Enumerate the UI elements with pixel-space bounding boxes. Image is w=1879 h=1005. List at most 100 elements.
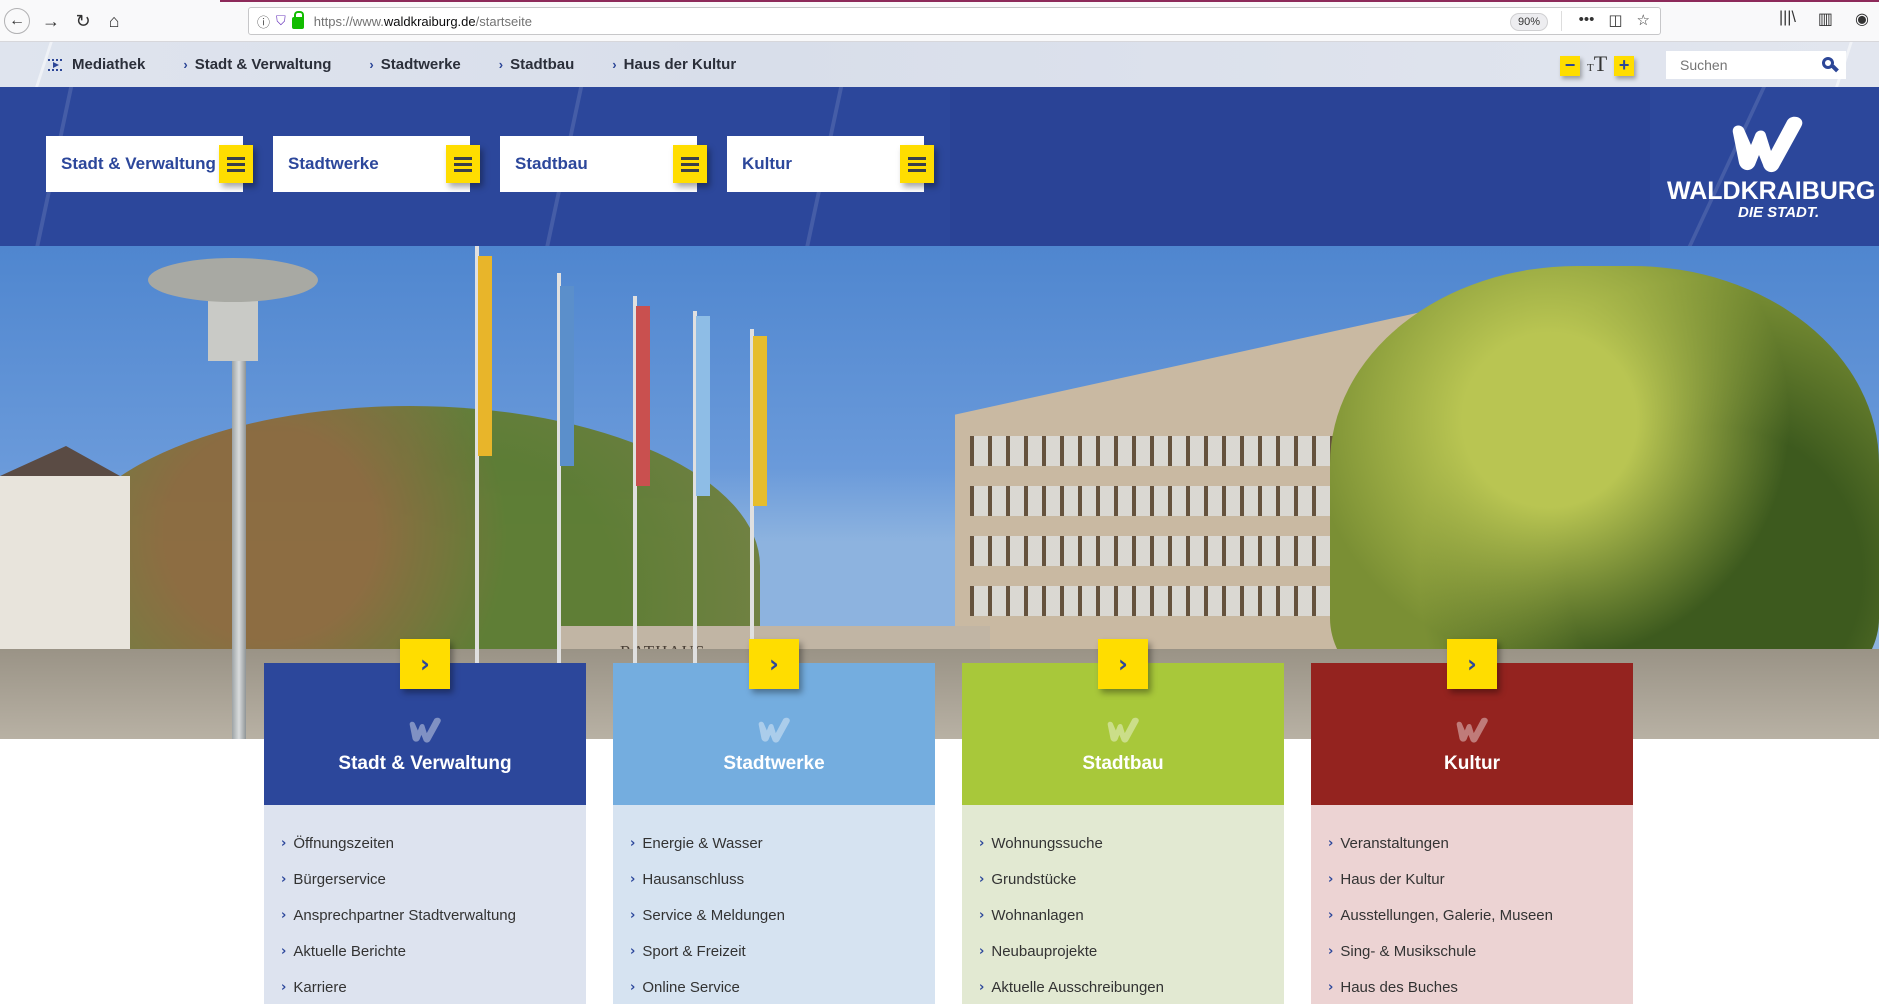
list-item[interactable]: › Wohnanlagen xyxy=(962,897,1284,933)
chevron-right-icon: › xyxy=(281,979,287,995)
list-item[interactable]: › Service & Meldungen xyxy=(613,897,935,933)
hamburger-menu-icon[interactable] xyxy=(673,145,707,183)
chevron-right-icon: › xyxy=(281,943,287,959)
list-item[interactable]: › Hausanschluss xyxy=(613,861,935,897)
nav-label: Stadt & Verwaltung xyxy=(194,56,332,73)
logo-tagline: DIE STADT. xyxy=(1738,204,1820,221)
header-menu-label: Stadtwerke xyxy=(288,154,379,173)
chevron-right-icon: › xyxy=(1328,871,1334,887)
header-menu-stadtwerke[interactable]: Stadtwerke xyxy=(273,136,480,192)
list-item[interactable]: › Neubauprojekte xyxy=(962,933,1284,969)
list-item[interactable]: › Energie & Wasser xyxy=(613,825,935,861)
list-item[interactable]: › Ausstellungen, Galerie, Museen xyxy=(1311,897,1633,933)
header-menu-stadtbau[interactable]: Stadtbau xyxy=(500,136,707,192)
list-item-label: Bürgerservice xyxy=(293,870,386,888)
nav-stadtbau[interactable]: › Stadtbau xyxy=(499,56,575,73)
list-item[interactable]: › Wohnungssuche xyxy=(962,825,1284,861)
chevron-right-icon: › xyxy=(369,57,374,72)
browser-toolbar: ← → ↻ ⌂ ⓘ ⛉ https://www.waldkraiburg.de/… xyxy=(0,0,1879,42)
list-item-label: Karriere xyxy=(293,978,347,996)
chevron-right-icon: › xyxy=(281,835,287,851)
site-logo[interactable]: WALDKRAIBURG DIE STADT. xyxy=(1662,115,1875,225)
list-item-label: Öffnungszeiten xyxy=(293,834,394,852)
back-icon[interactable]: ← xyxy=(4,8,30,34)
reload-icon[interactable]: ↻ xyxy=(70,8,96,34)
flag xyxy=(478,256,492,456)
list-item[interactable]: › Öffnungszeiten xyxy=(264,825,586,861)
list-item[interactable]: › Veranstaltungen xyxy=(1311,825,1633,861)
list-item[interactable]: › Karriere xyxy=(264,969,586,1005)
font-decrease-button[interactable]: − xyxy=(1560,56,1580,76)
hamburger-menu-icon[interactable] xyxy=(900,145,934,183)
chevron-right-icon: › xyxy=(630,907,636,923)
url-bar[interactable]: ⓘ ⛉ https://www.waldkraiburg.de/startsei… xyxy=(248,7,1661,35)
list-item[interactable]: › Bürgerservice xyxy=(264,861,586,897)
list-item-label: Sing- & Musikschule xyxy=(1340,942,1477,960)
card-go-button[interactable]: › xyxy=(749,639,799,689)
logo-w-icon xyxy=(758,717,790,743)
url-text[interactable]: https://www.waldkraiburg.de/startseite xyxy=(314,14,532,29)
list-item[interactable]: › Aktuelle Ausschreibungen xyxy=(962,969,1284,1005)
nav-stadtwerke[interactable]: › Stadtwerke xyxy=(369,56,460,73)
zoom-level-badge[interactable]: 90% xyxy=(1509,13,1548,31)
chevron-right-icon: › xyxy=(1328,835,1334,851)
lock-icon[interactable] xyxy=(291,11,304,29)
logo-w-icon xyxy=(1732,116,1803,173)
chevron-right-icon: › xyxy=(281,871,287,887)
url-path: /startseite xyxy=(475,13,532,29)
sidebar-icon[interactable]: ▥ xyxy=(1818,9,1833,29)
card-go-button[interactable]: › xyxy=(400,639,450,689)
card-link-list: › Veranstaltungen › Haus der Kultur › Ausst… xyxy=(1311,805,1633,1004)
info-icon[interactable]: ⓘ xyxy=(257,12,270,31)
logo-w-icon xyxy=(1107,717,1139,743)
list-item[interactable]: › Online Service xyxy=(613,969,935,1005)
nav-mediathek[interactable]: Mediathek xyxy=(48,56,145,73)
font-small-t: T xyxy=(1587,62,1594,74)
list-item[interactable]: › Aktuelle Berichte xyxy=(264,933,586,969)
card-go-button[interactable]: › xyxy=(1447,639,1497,689)
card-go-button[interactable]: › xyxy=(1098,639,1148,689)
pocket-icon[interactable]: ◫ xyxy=(1608,11,1622,29)
bookmark-star-icon[interactable]: ☆ xyxy=(1637,11,1650,29)
nav-stadt-verwaltung[interactable]: › Stadt & Verwaltung xyxy=(183,56,331,73)
card-link-list: › Energie & Wasser › Hausanschluss › Servic… xyxy=(613,805,935,1004)
hero-window-band xyxy=(970,436,1360,466)
forward-icon[interactable]: → xyxy=(38,8,64,34)
list-item[interactable]: › Haus der Kultur xyxy=(1311,861,1633,897)
card-kultur: Kultur › › Veranstaltungen › Haus der Kult… xyxy=(1311,639,1633,1004)
hamburger-menu-icon[interactable] xyxy=(446,145,480,183)
list-item[interactable]: › Haus des Buches xyxy=(1311,969,1633,1005)
nav-label: Stadtbau xyxy=(510,56,575,73)
search-input[interactable] xyxy=(1680,57,1810,73)
list-item[interactable]: › Ansprechpartner Stadtverwaltung xyxy=(264,897,586,933)
flag xyxy=(753,336,767,506)
hero-window-band xyxy=(970,586,1360,616)
shield-icon[interactable]: ⛉ xyxy=(276,13,286,29)
list-item-label: Wohnungssuche xyxy=(991,834,1103,852)
flag xyxy=(696,316,710,496)
hamburger-menu-icon[interactable] xyxy=(219,145,253,183)
font-increase-button[interactable]: + xyxy=(1614,56,1635,76)
nav-haus-der-kultur[interactable]: › Haus der Kultur xyxy=(612,56,736,73)
more-icon[interactable]: ••• xyxy=(1579,11,1595,29)
chevron-right-icon: › xyxy=(612,57,617,72)
account-icon[interactable]: ◉ xyxy=(1855,9,1869,29)
hero-window-band xyxy=(970,486,1360,516)
logo-name: WALDKRAIBURG xyxy=(1667,177,1876,205)
list-item[interactable]: › Grundstücke xyxy=(962,861,1284,897)
list-item[interactable]: › Sport & Freizeit xyxy=(613,933,935,969)
card-title: Stadt & Verwaltung xyxy=(338,753,512,774)
chevron-right-icon: › xyxy=(630,943,636,959)
home-icon[interactable]: ⌂ xyxy=(101,8,127,34)
list-item[interactable]: › Sing- & Musikschule xyxy=(1311,933,1633,969)
header-shade xyxy=(950,87,1650,246)
chevron-right-icon: › xyxy=(1328,943,1334,959)
list-item-label: Online Service xyxy=(642,978,740,996)
library-icon[interactable]: |||\ xyxy=(1779,9,1796,29)
list-item-label: Haus der Kultur xyxy=(1340,870,1445,888)
chevron-right-icon: › xyxy=(979,943,985,959)
header-menu-stadt-verwaltung[interactable]: Stadt & Verwaltung xyxy=(46,136,253,192)
site-header: Stadt & Verwaltung Stadtwerke Stadtbau K… xyxy=(0,87,1879,246)
search-icon[interactable] xyxy=(1822,57,1834,69)
header-menu-kultur[interactable]: Kultur xyxy=(727,136,934,192)
